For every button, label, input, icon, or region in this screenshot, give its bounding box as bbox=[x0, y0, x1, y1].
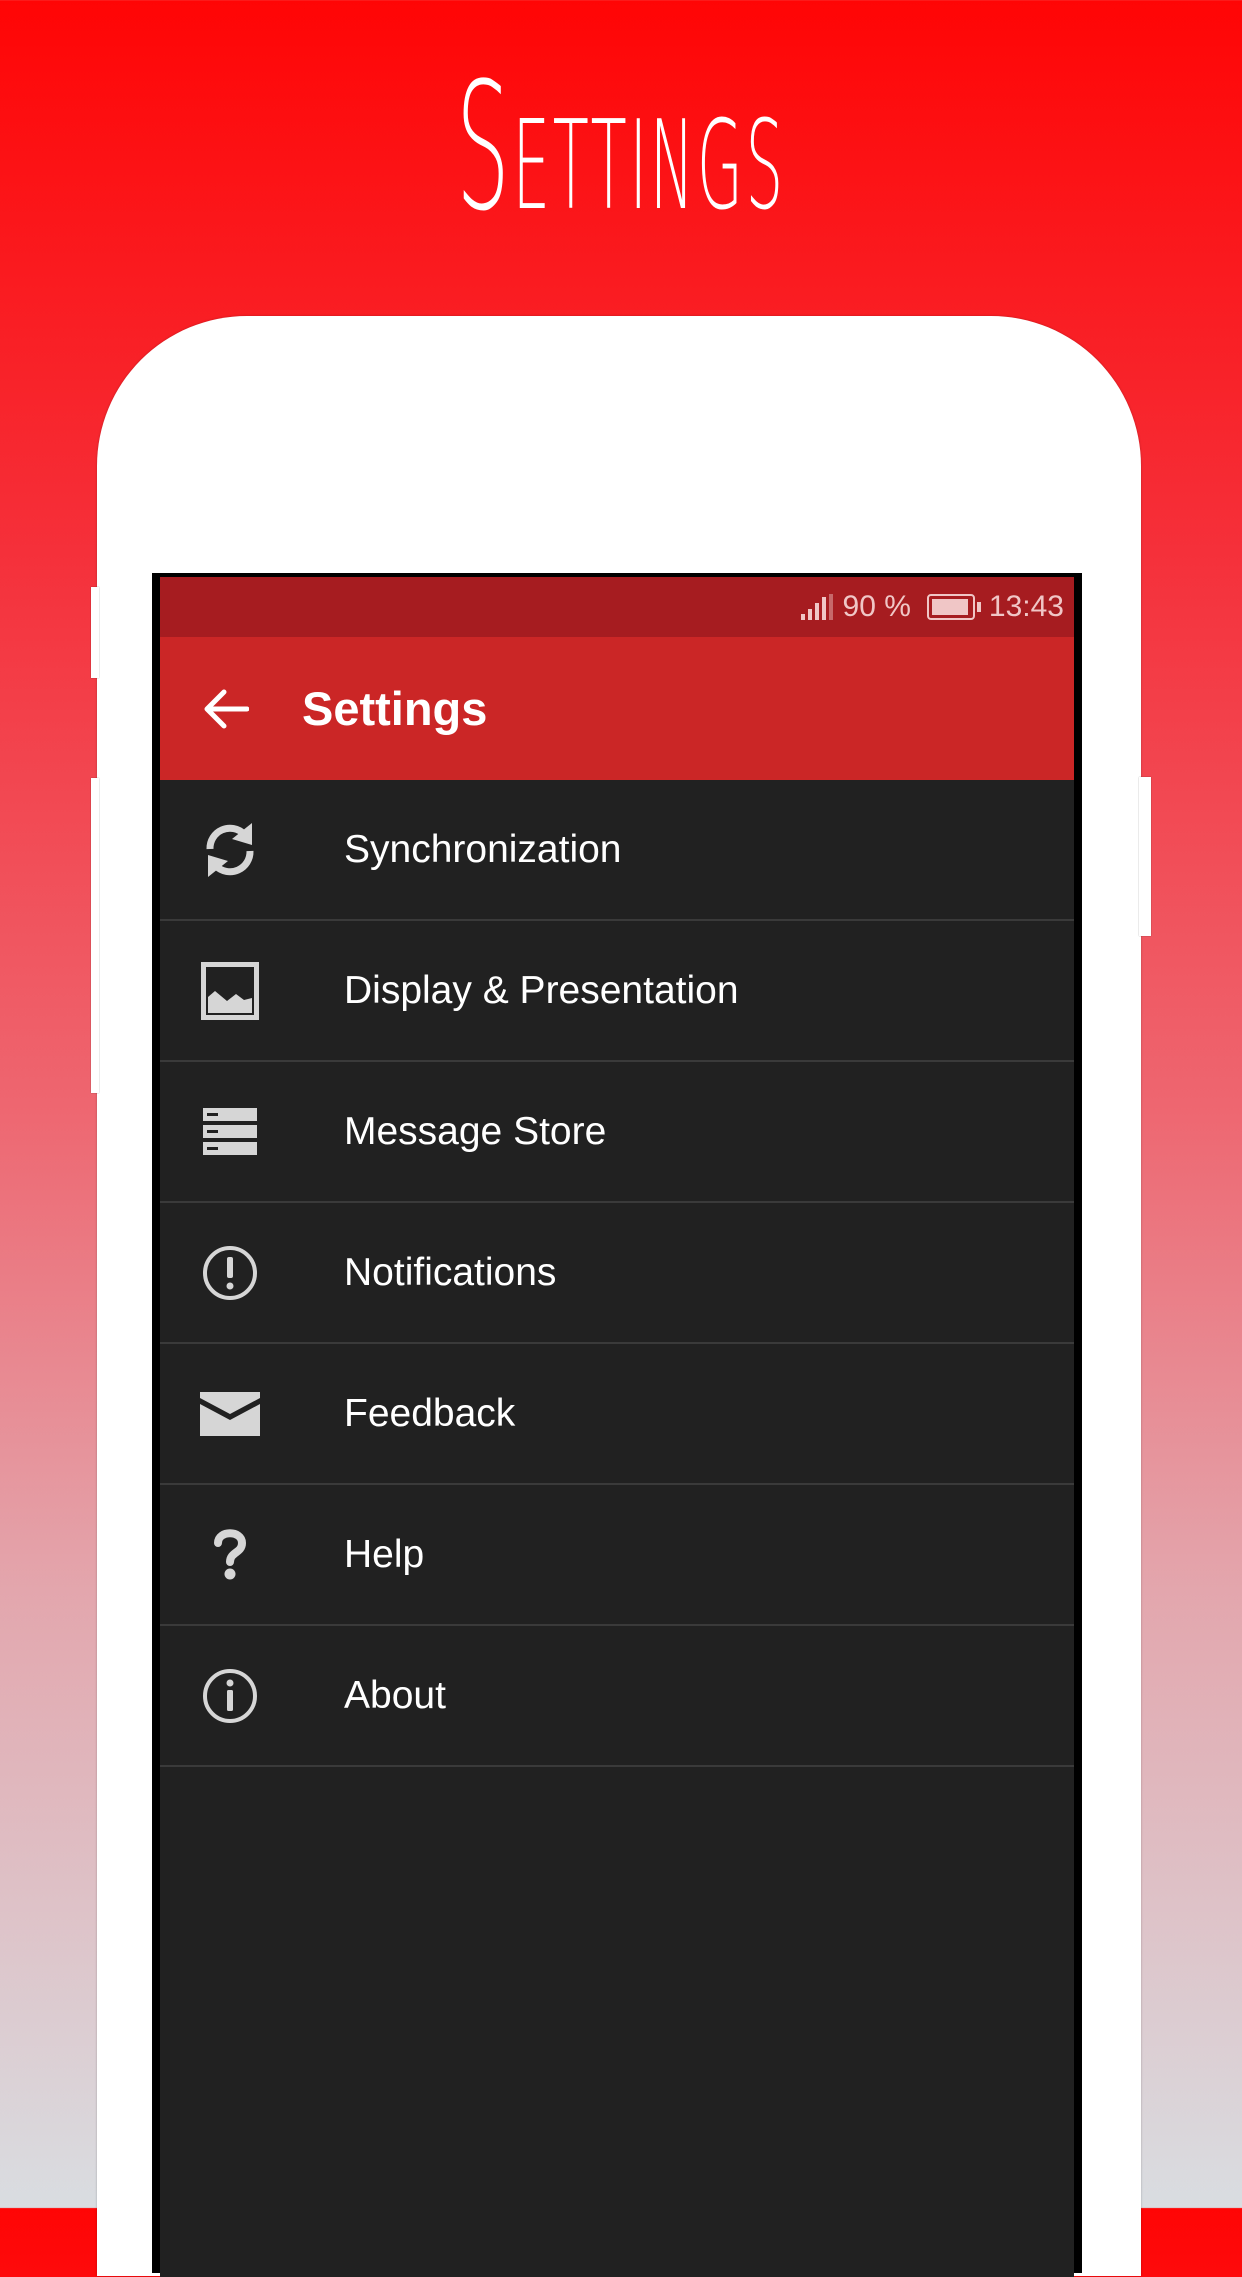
signal-bars-icon bbox=[800, 594, 833, 620]
phone-side-button-left-bottom bbox=[91, 778, 99, 1093]
toolbar-title: Settings bbox=[302, 682, 488, 735]
settings-item-label: About bbox=[344, 1673, 446, 1717]
settings-item-label: Synchronization bbox=[344, 827, 622, 871]
settings-item-label: Message Store bbox=[344, 1109, 607, 1153]
status-time: 13:43 bbox=[988, 590, 1064, 623]
settings-item-feedback[interactable]: Feedback bbox=[160, 1344, 1074, 1485]
app-screen: 90 % 13:43 Settings Synchronization Disp… bbox=[160, 577, 1074, 2277]
question-mark-icon bbox=[214, 1528, 247, 1579]
sync-icon bbox=[206, 822, 254, 877]
alert-circle-icon bbox=[203, 1245, 257, 1300]
settings-item-about[interactable]: About bbox=[160, 1626, 1074, 1767]
arrow-left-icon bbox=[204, 689, 249, 728]
toolbar: Settings bbox=[160, 637, 1074, 780]
storage-icon bbox=[203, 1107, 257, 1155]
settings-item-display-presentation[interactable]: Display & Presentation bbox=[160, 921, 1074, 1062]
phone-side-button-left-top bbox=[91, 587, 99, 678]
image-icon bbox=[201, 961, 259, 1020]
settings-item-label: Feedback bbox=[344, 1391, 516, 1435]
back-button[interactable] bbox=[160, 637, 292, 780]
envelope-icon bbox=[200, 1391, 260, 1436]
status-bar: 90 % 13:43 bbox=[160, 577, 1074, 637]
settings-item-label: Notifications bbox=[344, 1250, 557, 1294]
settings-item-message-store[interactable]: Message Store bbox=[160, 1062, 1074, 1203]
phone-side-button-right bbox=[1139, 777, 1151, 936]
settings-item-help[interactable]: Help bbox=[160, 1485, 1074, 1626]
settings-item-label: Display & Presentation bbox=[344, 968, 739, 1012]
settings-item-notifications[interactable]: Notifications bbox=[160, 1203, 1074, 1344]
hero-title: Settings bbox=[456, 45, 786, 250]
settings-item-synchronization[interactable]: Synchronization bbox=[160, 780, 1074, 921]
settings-item-label: Help bbox=[344, 1532, 425, 1576]
info-circle-icon bbox=[203, 1668, 257, 1723]
battery-icon bbox=[926, 594, 981, 620]
battery-percent: 90 % bbox=[842, 590, 911, 623]
settings-list: Synchronization Display & Presentation M… bbox=[160, 780, 1074, 1767]
